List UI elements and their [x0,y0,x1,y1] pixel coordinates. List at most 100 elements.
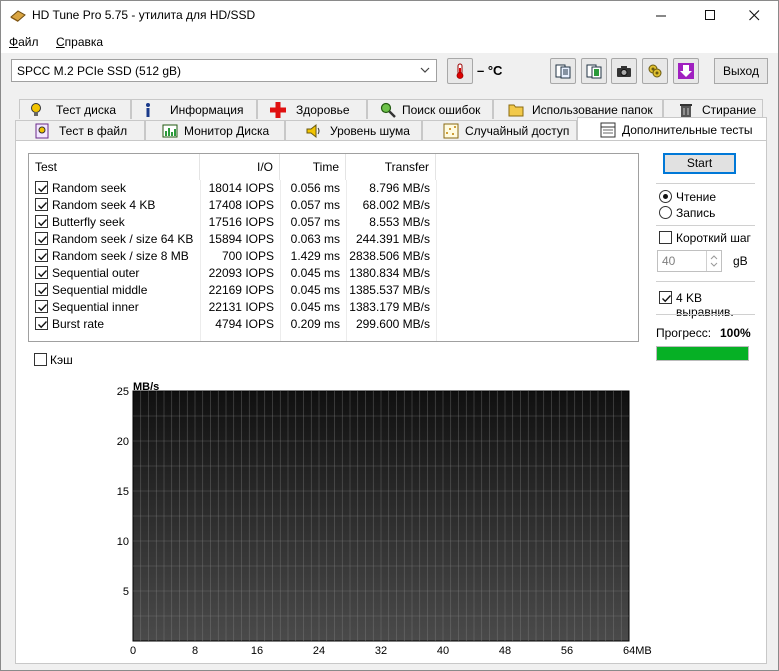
row-time: 0.057 ms [290,215,340,229]
table-row[interactable]: Sequential middle 22169 IOPS 0.045 ms 1385.… [29,282,638,299]
minimize-button[interactable] [638,1,684,31]
camera-icon [617,66,631,77]
row-checkbox[interactable] [35,317,48,330]
column-header-transfer[interactable]: Transfer [346,154,436,180]
monitor-icon [162,124,178,138]
step-unit: gB [733,254,748,268]
row-time: 0.056 ms [290,181,340,195]
row-io: 22169 IOPS [208,283,274,297]
tab-noise-level[interactable]: Уровень шума [285,120,422,140]
transfer-chart: 25 20 15 10 5 MB/s 0 8 16 24 32 40 48 56 64MB [117,381,652,654]
row-time: 0.057 ms [290,198,340,212]
align-4kb-option[interactable]: 4 KB выравнив. [659,291,757,319]
app-window: HD Tune Pro 5.75 - утилита для HD/SSD Фа… [0,0,779,671]
tab-row-2: Тест в файл Монитор Диска Уровень шума С… [15,117,767,140]
tab-disk-test[interactable]: Тест диска [19,99,131,119]
start-button[interactable]: Start [663,153,736,174]
step-size-spinner[interactable]: 40 [657,250,722,272]
exit-button[interactable]: Выход [714,58,768,84]
read-radio[interactable] [659,190,672,203]
x-tick-label: 40 [437,645,449,654]
write-radio[interactable] [659,206,672,219]
row-checkbox[interactable] [35,181,48,194]
row-checkbox[interactable] [35,283,48,296]
table-row[interactable]: Sequential inner 22131 IOPS 0.045 ms 1383.1… [29,299,638,316]
checkmark-icon [38,219,48,227]
y-axis-label: MB/s [133,381,159,393]
row-time: 0.045 ms [290,300,340,314]
random-access-icon [443,123,459,139]
tab-folder-usage[interactable]: Использование папок [493,99,663,119]
table-row[interactable]: Random seek / size 64 KB 15894 IOPS 0.063 … [29,231,638,248]
x-tick-label: 24 [313,645,325,654]
checkmark-icon [38,287,48,295]
save-results-button[interactable] [673,58,699,84]
table-row[interactable]: Burst rate 4794 IOPS 0.209 ms 299.600 MB/s [29,316,638,333]
row-checkbox[interactable] [35,249,48,262]
row-checkbox[interactable] [35,232,48,245]
table-row[interactable]: Random seek 18014 IOPS 0.056 ms 8.796 MB/s [29,180,638,197]
temperature-button[interactable] [447,58,473,84]
row-io: 4794 IOPS [215,317,274,331]
options-tools-icon [648,64,662,78]
tab-erase[interactable]: Стирание [663,99,763,119]
tab-file-test[interactable]: Тест в файл [15,120,145,140]
cache-checkbox[interactable] [34,353,47,366]
spinner-arrows[interactable] [706,251,721,271]
tab-extra-tests[interactable]: Дополнительные тесты [577,117,767,140]
write-option[interactable]: Запись [659,206,749,220]
checkmark-icon [38,253,48,261]
row-io: 17516 IOPS [208,215,274,229]
read-option[interactable]: Чтение [659,190,749,204]
toolbar: SPCC M.2 PCIe SSD (512 gB) – °C Выход [1,53,778,93]
short-step-checkbox[interactable] [659,231,672,244]
tab-random-access[interactable]: Случайный доступ [422,120,577,140]
checkmark-icon [38,236,48,244]
column-header-io[interactable]: I/O [200,154,280,180]
row-checkbox[interactable] [35,198,48,211]
menu-file[interactable]: Файл [9,35,39,49]
table-row[interactable]: Random seek / size 8 MB 700 IOPS 1.429 ms 2… [29,248,638,265]
close-button[interactable] [731,1,777,31]
row-checkbox[interactable] [35,215,48,228]
column-header-time[interactable]: Time [280,154,346,180]
tab-info[interactable]: Информация [131,99,257,119]
tab-disk-monitor[interactable]: Монитор Диска [145,120,285,140]
menu-bar: Файл Справка [1,31,778,53]
screenshot-button[interactable] [611,58,637,84]
cache-option[interactable]: Кэш [34,353,94,367]
align-4kb-checkbox[interactable] [659,291,672,304]
options-button[interactable] [642,58,668,84]
maximize-button[interactable] [687,1,733,31]
y-tick-label: 5 [123,586,129,598]
x-tick-label: 48 [499,645,511,654]
short-step-option[interactable]: Короткий шаг [659,231,755,245]
tab-error-scan[interactable]: Поиск ошибок [367,99,493,119]
row-io: 15894 IOPS [208,232,274,246]
spinner-up-down-icon [710,255,718,267]
table-row[interactable]: Butterfly seek 17516 IOPS 0.057 ms 8.553 MB… [29,214,638,231]
row-checkbox[interactable] [35,266,48,279]
copy-text-button[interactable] [550,58,576,84]
drive-select[interactable]: SPCC M.2 PCIe SSD (512 gB) [11,59,437,82]
row-test-name: Sequential inner [52,300,139,314]
menu-help[interactable]: Справка [56,35,103,49]
copy-image-button[interactable] [581,58,607,84]
row-time: 1.429 ms [290,249,340,263]
y-tick-label: 20 [117,436,129,448]
column-header-test[interactable]: Test [29,154,200,180]
row-time: 0.209 ms [290,317,340,331]
tab-health[interactable]: Здоровье [257,99,367,119]
row-checkbox[interactable] [35,300,48,313]
window-title: HD Tune Pro 5.75 - утилита для HD/SSD [32,8,256,22]
checkmark-icon [662,295,672,303]
row-test-name: Random seek / size 8 MB [52,249,189,263]
progress-label: Прогресс: [656,326,712,340]
chevron-down-icon [420,67,430,73]
table-row[interactable]: Sequential outer 22093 IOPS 0.045 ms 1380.8… [29,265,638,282]
checkmark-icon [38,321,48,329]
row-test-name: Random seek 4 KB [52,198,156,212]
step-size-value: 40 [662,254,676,268]
table-row[interactable]: Random seek 4 KB 17408 IOPS 0.057 ms 68.002… [29,197,638,214]
row-io: 700 IOPS [221,249,274,263]
